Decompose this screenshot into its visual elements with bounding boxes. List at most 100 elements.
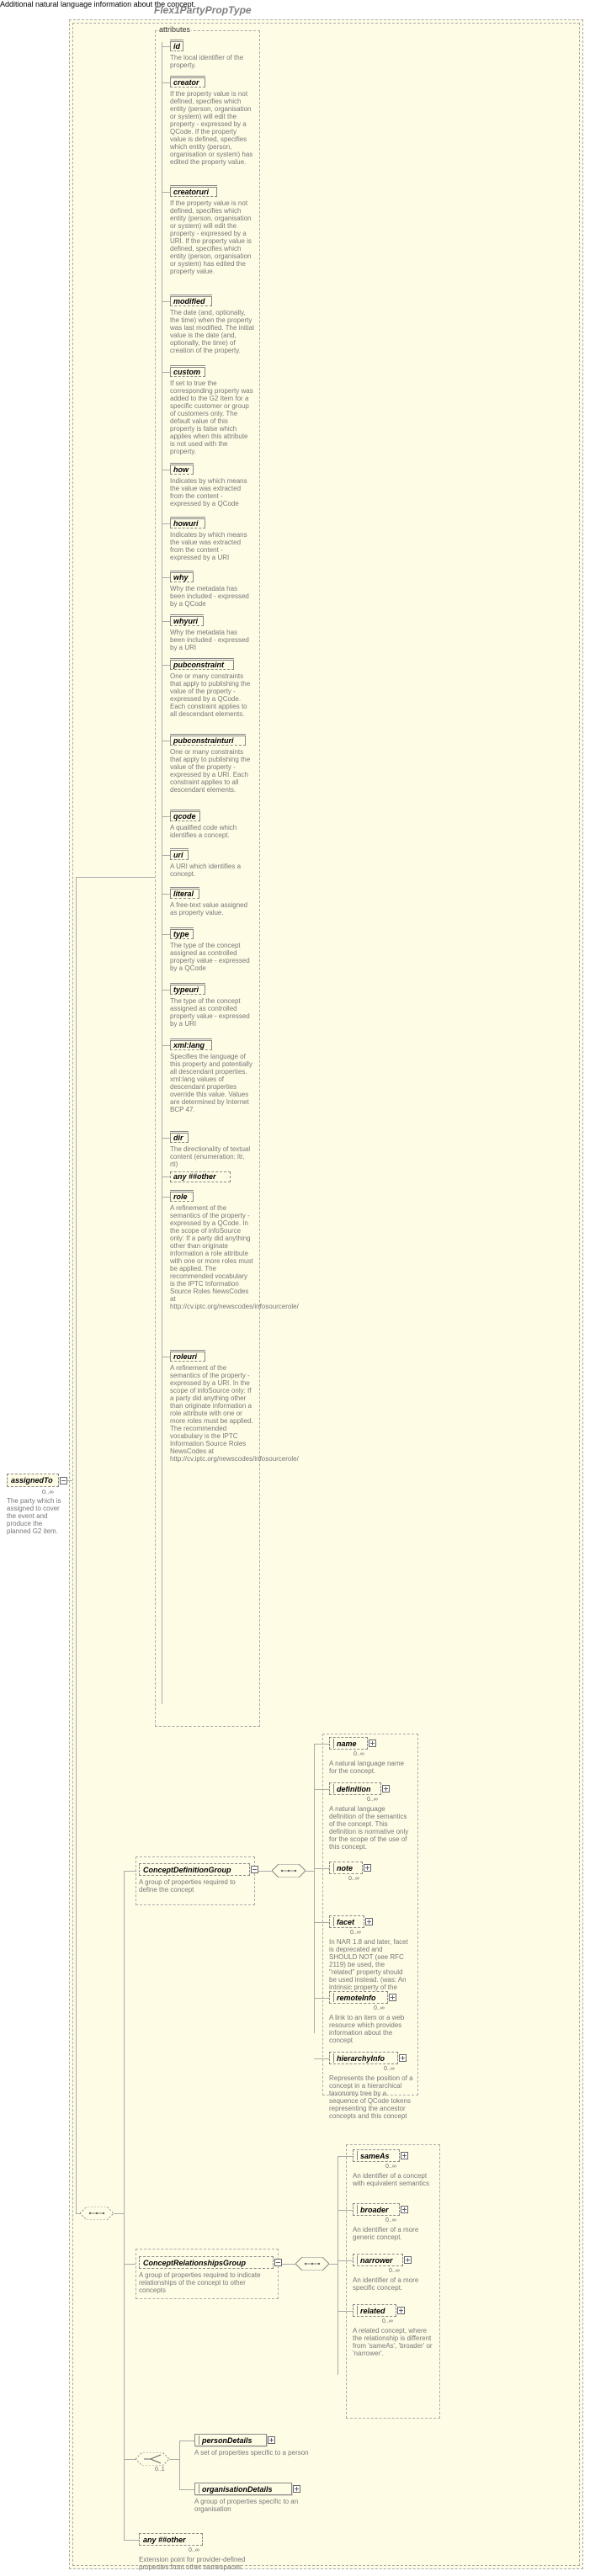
attributes-container — [155, 30, 260, 1727]
root-expander[interactable] — [60, 1477, 67, 1485]
attr-creatoruri: creatoruri — [170, 187, 217, 197]
def-group: ConceptDefinitionGroup — [139, 1863, 250, 1876]
el-remoteinfo: remoteInfo — [329, 1991, 388, 2004]
attr-pubconstrainturi: pubconstrainturi — [170, 736, 246, 746]
attr-xml-lang: xml:lang — [170, 1040, 212, 1050]
attr-roleuri: roleuri — [170, 1352, 205, 1362]
el-organisationdetails-exp[interactable] — [293, 2485, 300, 2493]
choice-compositor — [136, 2452, 169, 2466]
el-facet-occurs: 0..∞ — [350, 1930, 361, 1936]
el-related-occurs: 0..∞ — [382, 2318, 393, 2324]
attr-pubconstrainturi-desc: One or many constraints that apply to pu… — [170, 748, 254, 794]
el-remoteinfo-occurs: 0..∞ — [374, 2005, 385, 2011]
el-organisationdetails-desc: A group of properties specific to an org… — [194, 2498, 312, 2513]
root-element-label: assignedTo — [11, 1476, 53, 1485]
attributes-label: attributes — [158, 25, 191, 34]
attr-modified: modified — [170, 296, 212, 306]
el-hierarchyinfo-exp[interactable] — [399, 2054, 407, 2062]
el-definition: definition — [329, 1782, 381, 1795]
attr-type-desc: The type of the concept assigned as cont… — [170, 942, 254, 972]
def-group-expander[interactable] — [251, 1866, 258, 1873]
attr-custom-desc: If set to true the corresponding propert… — [170, 380, 254, 455]
root-desc: The party which is assigned to cover the… — [7, 1497, 66, 1535]
attr-uri: uri — [170, 850, 189, 860]
el-name-exp[interactable] — [369, 1739, 376, 1747]
el-narrower-exp[interactable] — [404, 2256, 412, 2264]
attr-role: role — [170, 1192, 194, 1202]
attr-how: how — [170, 465, 194, 475]
el-hierarchyinfo: hierarchyInfo — [329, 2052, 398, 2064]
attr-custom: custom — [170, 367, 205, 377]
el-hierarchyinfo-occurs: 0..∞ — [384, 2066, 395, 2072]
def-sequence — [272, 1864, 306, 1878]
el-note-desc: Additional natural language information … — [0, 0, 590, 8]
el-note-exp[interactable] — [364, 1864, 371, 1872]
attr-literal: literal — [170, 889, 199, 899]
el-name-occurs: 0..∞ — [353, 1751, 364, 1757]
attr-howuri: howuri — [170, 518, 205, 528]
el-related-desc: A related concept, where the relationshi… — [353, 2327, 437, 2357]
attr-howuri-desc: Indicates by which means the value was e… — [170, 531, 254, 561]
el-narrower: narrower — [353, 2254, 403, 2266]
el-broader-occurs: 0..∞ — [385, 2217, 396, 2223]
attr-whyuri-desc: Why the metadata has been included - exp… — [170, 629, 254, 651]
root-occurs: 0..∞ — [42, 1488, 54, 1495]
attr-type: type — [170, 929, 194, 939]
rel-sequence — [295, 2257, 329, 2271]
attr-role-desc: A refinement of the semantics of the pro… — [170, 1204, 254, 1310]
el-note-occurs: 0..∞ — [348, 1876, 359, 1882]
el-sameas-desc: An identifier of a concept with equivale… — [353, 2172, 433, 2187]
attr-id-desc: The local identifier of the property. — [170, 54, 254, 69]
el-broader: broader — [353, 2203, 400, 2216]
attr-qcode-desc: A qualified code which identifies a conc… — [170, 824, 254, 839]
rel-group-exp[interactable] — [274, 2259, 282, 2266]
el-narrower-occurs: 0..∞ — [389, 2268, 400, 2274]
attr-typeuri: typeuri — [170, 985, 205, 995]
attr-typeuri-desc: The type of the concept assigned as cont… — [170, 997, 254, 1028]
attr-anyattr: any ##other — [170, 1171, 231, 1182]
el-facet: facet — [329, 1915, 364, 1928]
root-element: assignedTo — [7, 1474, 59, 1487]
page-title: Flex1PartyPropType — [154, 4, 252, 16]
el-definition-exp[interactable] — [382, 1785, 390, 1793]
el-any-other-occurs: 0..∞ — [189, 2547, 199, 2553]
el-facet-exp[interactable] — [365, 1918, 373, 1925]
attr-id: id — [170, 41, 183, 51]
el-definition-desc: A natural language definition of the sem… — [329, 1805, 409, 1851]
def-group-desc: A group of properties required to define… — [139, 1878, 247, 1893]
attr-modified-desc: The date (and, optionally, the time) whe… — [170, 309, 254, 354]
el-note: note — [329, 1862, 363, 1874]
rel-group: ConceptRelationshipsGroup — [139, 2256, 274, 2269]
el-name-desc: A natural language name for the concept. — [329, 1760, 409, 1775]
attr-qcode: qcode — [170, 811, 200, 821]
el-broader-desc: An identifier of a more generic concept. — [353, 2226, 433, 2241]
el-related-exp[interactable] — [397, 2307, 405, 2314]
attr-why-desc: Why the metadata has been included - exp… — [170, 585, 254, 608]
el-broader-exp[interactable] — [401, 2206, 408, 2213]
attr-whyuri: whyuri — [170, 616, 204, 626]
el-organisationdetails: organisationDetails — [194, 2483, 292, 2495]
root-sequence — [80, 2207, 114, 2220]
rel-group-desc: A group of properties required to indica… — [139, 2271, 272, 2294]
attr-why: why — [170, 572, 194, 582]
el-remoteinfo-desc: A link to an item or a web resource whic… — [329, 2014, 409, 2044]
attr-dir-desc: The directionality of textual content (e… — [170, 1145, 254, 1168]
el-sameas-occurs: 0..∞ — [385, 2164, 396, 2170]
el-any-other-desc: Extension point for provider-defined pro… — [139, 2556, 248, 2571]
el-definition-occurs: 0..∞ — [367, 1797, 378, 1803]
attr-creatoruri-desc: If the property value is not defined, sp… — [170, 199, 254, 275]
attr-creator-desc: If the property value is not defined, sp… — [170, 90, 254, 166]
el-sameas-exp[interactable] — [401, 2152, 408, 2159]
el-remoteinfo-exp[interactable] — [389, 1994, 396, 2001]
attr-xml-lang-desc: Specifies the language of this property … — [170, 1053, 254, 1113]
el-persondetails-exp[interactable] — [268, 2436, 275, 2444]
attr-pubconstraint: pubconstraint — [170, 660, 234, 670]
outer-container-inner — [72, 23, 580, 2566]
attr-pubconstraint-desc: One or many constraints that apply to pu… — [170, 672, 254, 718]
el-persondetails: personDetails — [194, 2434, 267, 2446]
attr-literal-desc: A free-text value assigned as property v… — [170, 901, 254, 916]
el-name: name — [329, 1737, 368, 1750]
el-persondetails-desc: A set of properties specific to a person — [194, 2449, 312, 2456]
choice-occurs: 0..1 — [155, 2467, 165, 2472]
attr-uri-desc: A URI which identifies a concept. — [170, 863, 254, 878]
